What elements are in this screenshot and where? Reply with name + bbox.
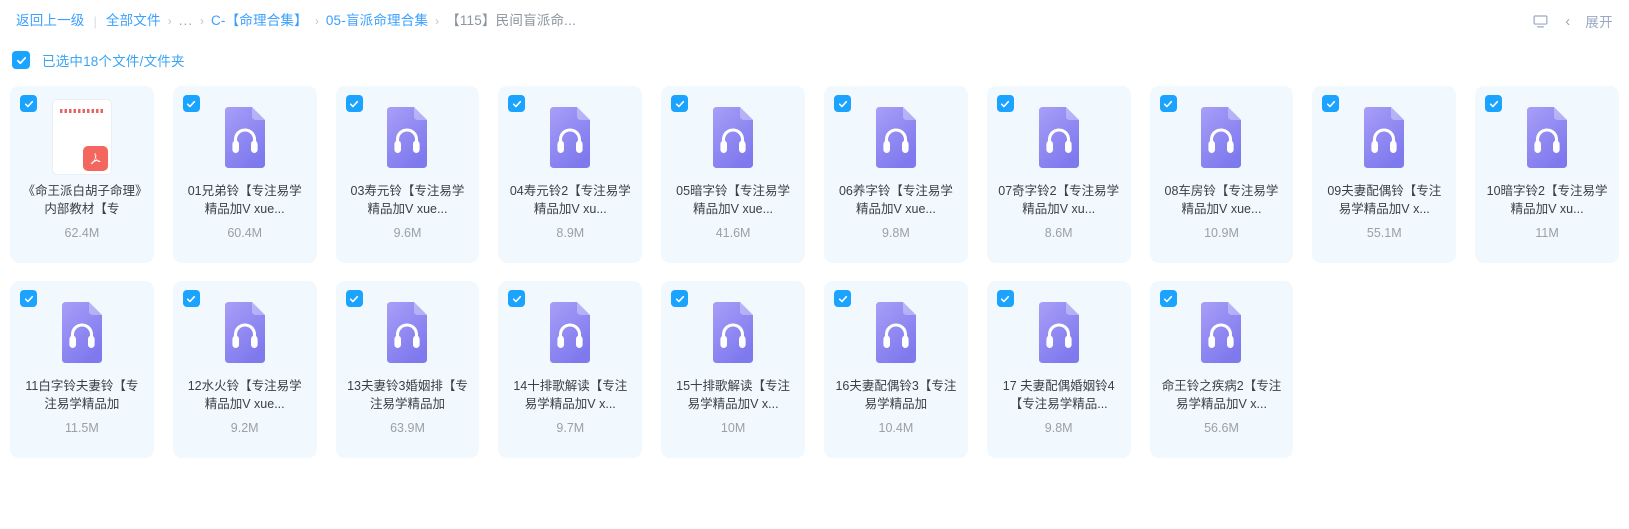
pdf-preview-thumbnail [52,100,111,174]
breadcrumb-header: 返回上一级 | 全部文件 › ... › C-【命理合集】 › 05-盲派命理合… [0,0,1629,42]
file-name-label: 09夫妻配偶铃【专注易学精品加V x... [1327,184,1442,216]
file-card[interactable]: 13夫妻铃3婚姻排【专注易学精品加 63.9M [335,281,480,458]
file-select-checkbox[interactable] [20,290,37,307]
file-size-label: 11M [1535,226,1559,240]
file-size-label: 41.6M [715,226,751,240]
chevron-left-icon[interactable]: ‹ [1564,14,1571,29]
file-grid-container: 《命王派白胡子命理》内部教材【专 62.4M 01兄弟铃【专注易学精品加V xue.… [0,78,1629,529]
file-card[interactable]: 05暗字铃【专注易学精品加V xue... 41.6M [661,86,805,263]
file-select-checkbox[interactable] [1159,95,1177,112]
file-select-checkbox[interactable] [834,290,851,307]
file-name-label: 01兄弟铃【专注易学精品加V xue... [187,184,302,216]
file-select-checkbox[interactable] [508,290,526,307]
file-name-label: 05暗字铃【专注易学精品加V xue... [676,184,791,216]
file-card[interactable]: 07奇字铃2【专注易学精品加V xu... 8.6M [986,86,1131,263]
file-select-checkbox[interactable] [1159,290,1177,307]
file-size-label: 11.5M [64,421,99,435]
breadcrumb: 返回上一级 | 全部文件 › ... › C-【命理合集】 › 05-盲派命理合… [16,14,576,28]
file-name-label: 10暗字铃2【专注易学精品加V xu... [1486,184,1608,216]
selection-bar: 已选中18个文件/文件夹 [0,42,1629,78]
file-grid: 《命王派白胡子命理》内部教材【专 62.4M 01兄弟铃【专注易学精品加V xue.… [10,86,1619,458]
breadcrumb-item-c-mingli[interactable]: C-【命理合集】 [211,14,308,28]
file-card[interactable]: 《命王派白胡子命理》内部教材【专 62.4M [10,86,154,263]
breadcrumb-arrow-icon: › [199,14,204,28]
file-card[interactable]: 06养字铃【专注易学精品加V xue... 9.8M [824,86,968,263]
file-card[interactable]: 08车房铃【专注易学精品加V xue... 10.9M [1149,86,1294,263]
header-actions: ‹ 展开 [1530,0,1613,42]
file-size-label: 8.6M [1044,226,1073,240]
file-select-checkbox[interactable] [671,95,689,112]
monitor-icon[interactable] [1530,11,1550,31]
file-size-label: 63.9M [390,421,425,435]
file-size-label: 62.4M [64,226,100,240]
file-card[interactable]: 09夫妻配偶铃【专注易学精品加V x... 55.1M [1312,86,1457,263]
file-size-label: 60.4M [227,226,263,240]
file-size-label: 10.9M [1204,226,1239,240]
file-select-checkbox[interactable] [996,95,1014,112]
file-name-label: 12水火铃【专注易学精品加V xue... [187,379,302,411]
file-card[interactable]: 12水火铃【专注易学精品加V xue... 9.2M [172,281,317,458]
breadcrumb-arrow-icon: › [314,14,319,28]
file-size-label: 9.7M [556,421,585,435]
file-size-label: 55.1M [1366,226,1402,240]
file-size-label: 9.8M [882,226,910,240]
file-name-label: 06养字铃【专注易学精品加V xue... [838,184,953,216]
file-name-label: 07奇字铃2【专注易学精品加V xu... [998,184,1120,216]
file-card[interactable]: 14十排歌解读【专注易学精品加V x... 9.7M [498,281,643,458]
file-card[interactable]: 15十排歌解读【专注易学精品加V x... 10M [661,281,805,458]
file-select-checkbox[interactable] [182,95,200,112]
file-select-checkbox[interactable] [345,95,363,112]
breadcrumb-arrow-icon: › [435,14,440,28]
file-select-checkbox[interactable] [345,290,363,307]
expand-panel-button[interactable]: 展开 [1585,11,1613,31]
file-card[interactable]: 命王铃之疾病2【专注易学精品加V x... 56.6M [1149,281,1294,458]
file-name-label: 《命王派白胡子命理》内部教材【专 [22,184,142,216]
document-text-preview [59,109,104,113]
breadcrumb-divider: | [93,13,97,29]
selection-count-label: 已选中18个文件/文件夹 [42,54,185,69]
back-to-parent-link[interactable]: 返回上一级 [16,14,85,28]
file-select-checkbox[interactable] [1322,95,1340,112]
file-size-label: 10.4M [878,421,914,435]
file-card[interactable]: 16夫妻配偶铃3【专注易学精品加 10.4M [824,281,968,458]
file-name-label: 03寿元铃【专注易学精品加V xue... [350,184,465,216]
file-select-checkbox[interactable] [1485,95,1503,112]
file-select-checkbox[interactable] [671,290,689,307]
file-select-checkbox[interactable] [20,95,37,112]
file-size-label: 8.9M [556,226,585,240]
file-name-label: 15十排歌解读【专注易学精品加V x... [676,379,791,411]
file-card[interactable]: 11白字铃夫妻铃【专注易学精品加 11.5M [10,281,154,458]
file-name-label: 11白字铃夫妻铃【专注易学精品加 [25,379,139,411]
file-select-checkbox[interactable] [508,95,526,112]
file-card[interactable]: 10暗字铃2【专注易学精品加V xu... 11M [1475,86,1619,263]
file-name-label: 08车房铃【专注易学精品加V xue... [1164,184,1279,216]
file-select-checkbox[interactable] [834,95,851,112]
select-all-checkbox[interactable] [12,51,30,69]
breadcrumb-item-current: 【115】民间盲派命... [446,13,577,29]
file-name-label: 16夫妻配偶铃3【专注易学精品加 [835,379,957,411]
breadcrumb-item-05-mangpai[interactable]: 05-盲派命理合集 [326,14,428,28]
file-name-label: 13夫妻铃3婚姻排【专注易学精品加 [347,379,468,411]
file-size-label: 9.6M [393,226,422,240]
file-size-label: 10M [720,421,746,435]
breadcrumb-overflow-ellipsis[interactable]: ... [179,14,193,28]
file-select-checkbox[interactable] [996,290,1014,307]
file-select-checkbox[interactable] [182,290,200,307]
pdf-file-icon [82,146,108,171]
file-size-label: 9.2M [230,421,259,435]
file-card[interactable]: 17 夫妻配偶婚姻铃4【专注易学精品... 9.8M [986,281,1131,458]
file-name-label: 17 夫妻配偶婚姻铃4【专注易学精品... [1002,379,1115,411]
breadcrumb-arrow-icon: › [167,14,172,28]
file-name-label: 命王铃之疾病2【专注易学精品加V x... [1161,379,1282,411]
file-size-label: 9.8M [1044,421,1073,435]
file-card[interactable]: 04寿元铃2【专注易学精品加V xu... 8.9M [498,86,643,263]
file-card[interactable]: 03寿元铃【专注易学精品加V xue... 9.6M [335,86,480,263]
file-name-label: 04寿元铃2【专注易学精品加V xu... [509,184,631,216]
breadcrumb-item-all-files[interactable]: 全部文件 [106,14,161,28]
file-card[interactable]: 01兄弟铃【专注易学精品加V xue... 60.4M [172,86,317,263]
file-size-label: 56.6M [1204,421,1239,435]
file-name-label: 14十排歌解读【专注易学精品加V x... [513,379,628,411]
